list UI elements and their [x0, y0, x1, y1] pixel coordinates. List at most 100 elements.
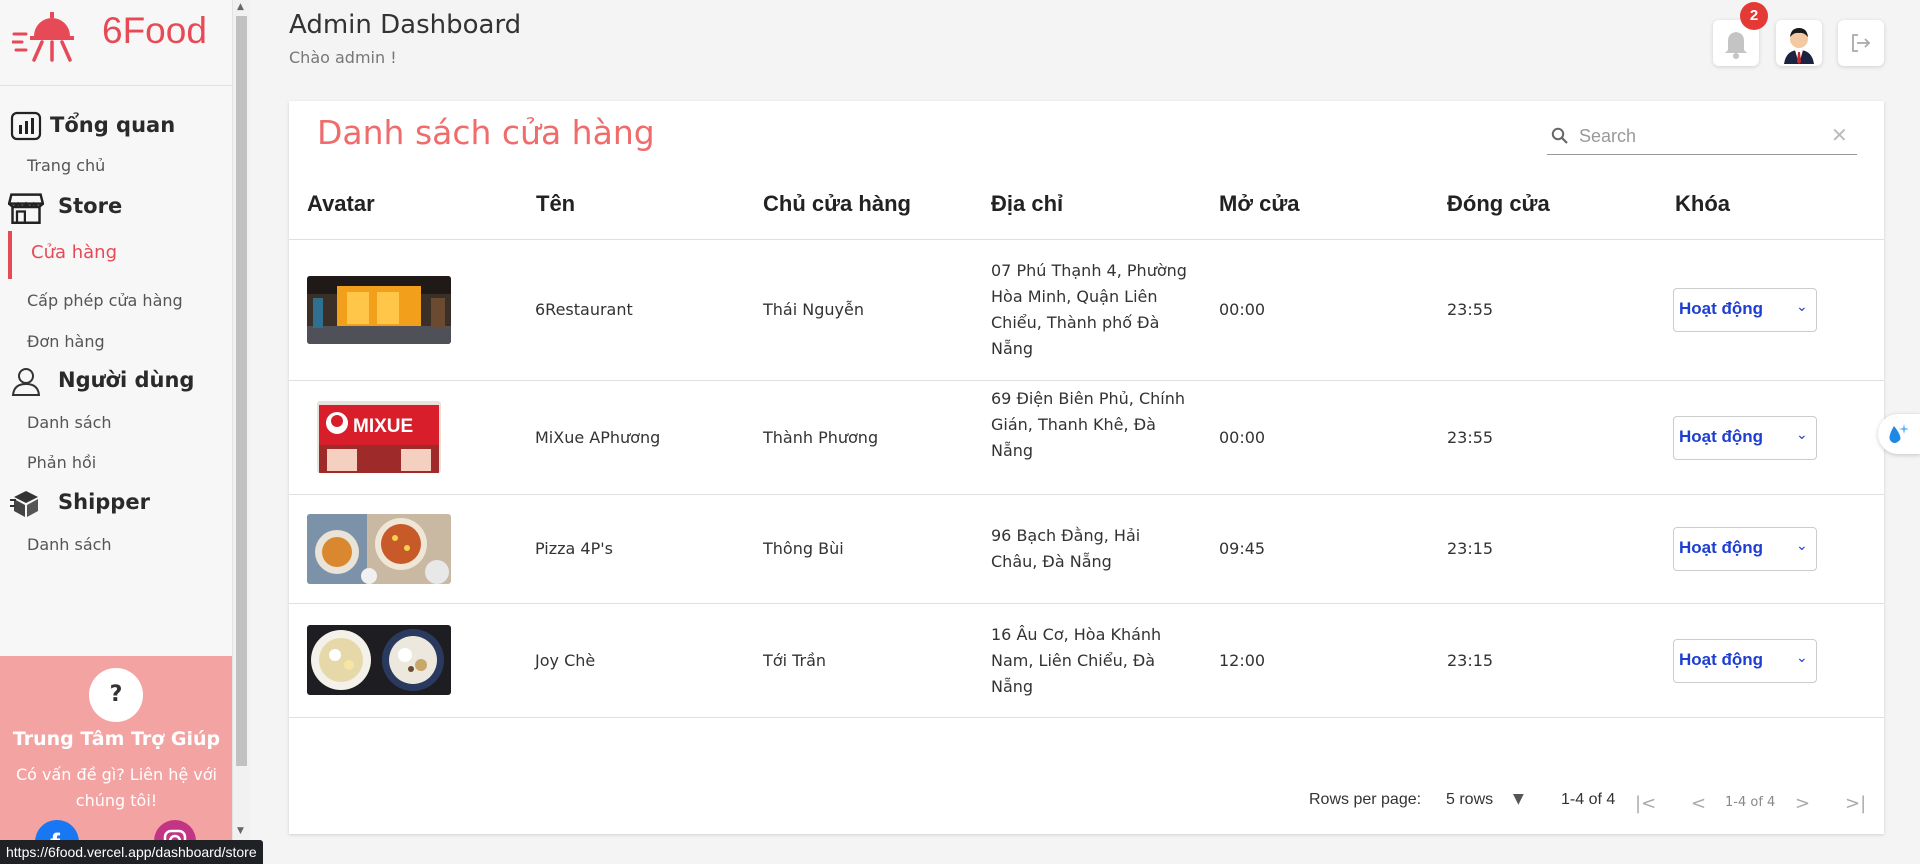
status-select[interactable]: Hoạt động ⌄	[1673, 288, 1817, 332]
nav-group-users[interactable]: Người dùng	[0, 364, 232, 398]
store-address: 16 Âu Cơ, Hòa Khánh Nam, Liên Chiểu, Đà …	[991, 625, 1162, 696]
first-page-icon[interactable]: |<	[1635, 793, 1656, 814]
sidebar-item-feedback[interactable]: Phản hồi	[27, 453, 96, 472]
scroll-thumb[interactable]	[236, 16, 247, 766]
sidebar-item-store-licensing[interactable]: Cấp phép cửa hàng	[27, 291, 183, 310]
nav-group-store[interactable]: Store	[0, 190, 232, 224]
store-owner: Thành Phương	[763, 428, 879, 447]
store-close-time: 23:15	[1447, 651, 1494, 670]
store-name: 6Restaurant	[535, 300, 633, 319]
store-avatar-image	[307, 625, 451, 695]
sidebar-item-home[interactable]: Trang chủ	[27, 156, 105, 175]
table-row[interactable]: Pizza 4P's Thông Bùi 96 Bạch Đằng, Hải C…	[289, 495, 1884, 603]
store-open-time: 00:00	[1219, 428, 1266, 447]
column-header-name[interactable]: Tên	[536, 191, 575, 217]
notification-badge: 2	[1740, 2, 1768, 30]
store-avatar-image	[307, 276, 451, 344]
sidebar-item-stores[interactable]: Cửa hàng	[31, 242, 117, 263]
nav-group-title: Người dùng	[58, 368, 195, 392]
mixue-sign-text: MIXUE	[353, 416, 413, 437]
store-close-time: 23:55	[1447, 300, 1494, 319]
help-title: Trung Tâm Trợ Giúp	[12, 728, 221, 750]
greeting-text: Chào admin !	[289, 48, 397, 67]
store-address: 07 Phú Thạnh 4, Phường Hòa Minh, Quận Li…	[991, 261, 1187, 358]
nav-group-title: Shipper	[58, 490, 150, 514]
store-owner: Thái Nguyễn	[763, 300, 864, 319]
store-address: 96 Bạch Đằng, Hải Châu, Đà Nẵng	[991, 526, 1141, 571]
status-bar-url: https://6food.vercel.app/dashboard/store	[0, 840, 263, 864]
status-select[interactable]: Hoạt động ⌄	[1673, 416, 1817, 460]
store-name: Pizza 4P's	[535, 539, 613, 558]
nav-group-title: Tổng quan	[50, 113, 176, 137]
status-select[interactable]: Hoạt động ⌄	[1673, 639, 1817, 683]
store-open-time: 09:45	[1219, 539, 1266, 558]
store-open-time: 12:00	[1219, 651, 1266, 670]
logo-text: 6Food	[102, 10, 207, 51]
column-header-address[interactable]: Địa chỉ	[991, 191, 1063, 217]
pagination-range: 1-4 of 4	[1561, 791, 1616, 808]
chevron-down-icon: ⌄	[1796, 427, 1808, 443]
chevron-down-icon: ⌄	[1796, 538, 1808, 554]
sidebar-item-orders[interactable]: Đơn hàng	[27, 332, 105, 351]
row-divider	[289, 717, 1884, 718]
scroll-down-arrow-icon[interactable]: ▼	[237, 826, 244, 836]
search-icon	[1551, 127, 1568, 144]
rows-per-page-select[interactable]: 5 rows	[1446, 791, 1493, 809]
logo-area[interactable]: 6Food	[0, 0, 232, 86]
logout-icon	[1852, 34, 1871, 52]
next-page-icon[interactable]: >	[1795, 793, 1810, 814]
store-open-time: 00:00	[1219, 300, 1266, 319]
table-row[interactable]: Joy Chè Tới Trần 16 Âu Cơ, Hòa Khánh Nam…	[289, 604, 1884, 718]
help-question-icon: ?	[89, 668, 143, 722]
store-name: Joy Chè	[535, 651, 596, 670]
search-box: ✕	[1547, 117, 1857, 155]
store-owner: Tới Trần	[763, 651, 827, 670]
chevron-down-icon: ⌄	[1796, 650, 1808, 666]
store-icon	[8, 193, 44, 224]
store-close-time: 23:15	[1447, 539, 1494, 558]
table-row[interactable]: 6Restaurant Thái Nguyễn 07 Phú Thạnh 4, …	[289, 240, 1884, 380]
food-delivery-logo-icon	[12, 12, 74, 62]
nav-group-shipper[interactable]: Shipper	[0, 486, 232, 520]
avatar[interactable]	[1776, 20, 1822, 66]
scroll-up-arrow-icon[interactable]: ▲	[237, 2, 244, 12]
table-row[interactable]: MIXUE MiXue APhương Thành Phương 69 Điện…	[289, 381, 1884, 495]
store-avatar-image: MIXUE	[317, 401, 441, 473]
store-owner: Thông Bùi	[763, 539, 844, 558]
chevron-down-icon: ⌄	[1796, 299, 1808, 315]
status-select-value: Hoạt động	[1679, 650, 1764, 669]
sidebar-item-user-list[interactable]: Danh sách	[27, 413, 112, 432]
nav-group-title: Store	[58, 194, 123, 218]
user-icon	[11, 368, 41, 396]
previous-page-icon[interactable]: <	[1691, 793, 1706, 814]
status-select-value: Hoạt động	[1679, 538, 1764, 557]
store-list-card: Danh sách cửa hàng ✕ Avatar Tên Chủ cửa …	[289, 101, 1884, 834]
box-icon	[10, 491, 38, 517]
search-input[interactable]	[1579, 121, 1819, 151]
card-title: Danh sách cửa hàng	[317, 113, 655, 152]
active-indicator	[8, 231, 12, 279]
last-page-icon[interactable]: >|	[1845, 793, 1866, 814]
logout-button[interactable]	[1838, 20, 1884, 66]
page-title: Admin Dashboard	[289, 10, 522, 40]
status-select[interactable]: Hoạt động ⌄	[1673, 527, 1817, 571]
column-header-owner[interactable]: Chủ cửa hàng	[763, 191, 911, 217]
avatar-icon	[1784, 28, 1814, 64]
nav-group-overview[interactable]: Tổng quan	[0, 109, 232, 143]
clear-icon[interactable]: ✕	[1831, 123, 1848, 147]
help-center-card: ? Trung Tâm Trợ Giúp Có vấn đề gì? Liên …	[0, 656, 232, 864]
store-name: MiXue APhương	[535, 428, 661, 447]
pagination-range-small: 1-4 of 4	[1725, 795, 1776, 810]
status-select-value: Hoạt động	[1679, 427, 1764, 446]
column-header-open[interactable]: Mở cửa	[1219, 191, 1299, 217]
column-header-close[interactable]: Đóng cửa	[1447, 191, 1550, 217]
store-close-time: 23:55	[1447, 428, 1494, 447]
rows-per-page-label: Rows per page:	[1309, 791, 1422, 808]
column-header-avatar[interactable]: Avatar	[307, 191, 375, 217]
sidebar-item-shipper-list[interactable]: Danh sách	[27, 535, 112, 554]
help-text: Có vấn đề gì? Liên hệ với chúng tôi!	[15, 765, 217, 810]
column-header-lock[interactable]: Khóa	[1675, 191, 1730, 217]
sidebar-scrollbar[interactable]: ▲ ▼	[233, 0, 250, 864]
caret-down-icon[interactable]: ▼	[1513, 791, 1524, 807]
floating-helper-widget[interactable]	[1878, 414, 1920, 454]
